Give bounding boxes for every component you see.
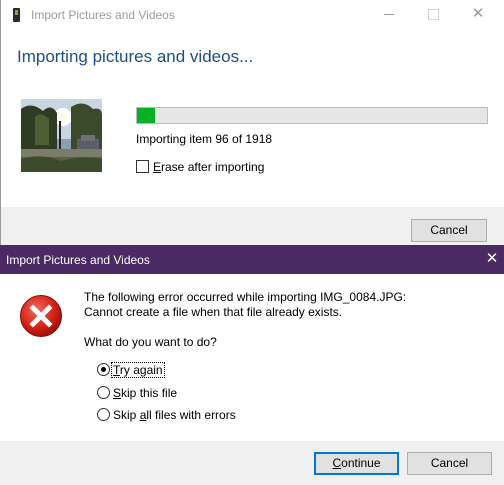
dialog-title-bar[interactable]: Import Pictures and Videos ✕ [0,245,504,274]
option-rest: ry again [119,363,163,377]
status-text: Importing item 96 of 1918 [136,132,273,146]
cancel-button[interactable]: Cancel [407,452,492,475]
try-again-radio[interactable] [97,363,110,376]
erase-after-importing-label[interactable]: Erase after importing [153,160,264,174]
skip-this-file-label[interactable]: Skip this file [113,386,177,400]
progress-bar-fill [137,108,155,123]
erase-label-accesskey: E [153,160,162,174]
error-dialog: Import Pictures and Videos ✕ The followi… [0,245,504,485]
option-rest: ll files with errors [146,408,236,422]
option-accesskey: T [113,363,120,377]
page-title: Importing pictures and videos... [17,47,254,66]
title-bar[interactable]: Import Pictures and Videos ✕ [1,0,504,30]
option-accesskey: S [113,386,122,400]
phone-icon [13,8,20,22]
photo-thumbnail [21,99,102,172]
continue-button[interactable]: Continue [314,452,399,475]
erase-after-importing-checkbox[interactable] [136,160,149,173]
skip-all-files-with-errors-label[interactable]: Skip all files with errors [113,408,236,422]
maximize-button[interactable] [425,6,441,22]
cancel-import-button[interactable]: Cancel [411,219,487,242]
error-message-line1: The following error occurred while impor… [84,290,407,304]
close-button[interactable]: ✕ [470,6,486,22]
option-prefix: Skip [113,408,140,422]
continue-accesskey: C [332,456,342,470]
option-rest: kip this file [121,386,178,400]
close-icon[interactable]: ✕ [484,250,500,268]
error-message-line2: Cannot create a file when that file alre… [84,305,343,319]
error-icon [19,294,63,338]
progress-bar [136,107,488,124]
import-progress-window: Import Pictures and Videos ✕ Importing p… [0,0,504,245]
question-text: What do you want to do? [84,335,217,349]
erase-label-rest: rase after importing [161,160,265,174]
dialog-title: Import Pictures and Videos [6,253,150,267]
minimize-button[interactable] [381,6,397,22]
continue-rest: ontinue [341,456,381,470]
try-again-label[interactable]: Try again [111,362,165,378]
window-title: Import Pictures and Videos [31,8,175,22]
skip-this-file-radio[interactable] [97,386,110,399]
skip-all-files-with-errors-radio[interactable] [97,408,110,421]
